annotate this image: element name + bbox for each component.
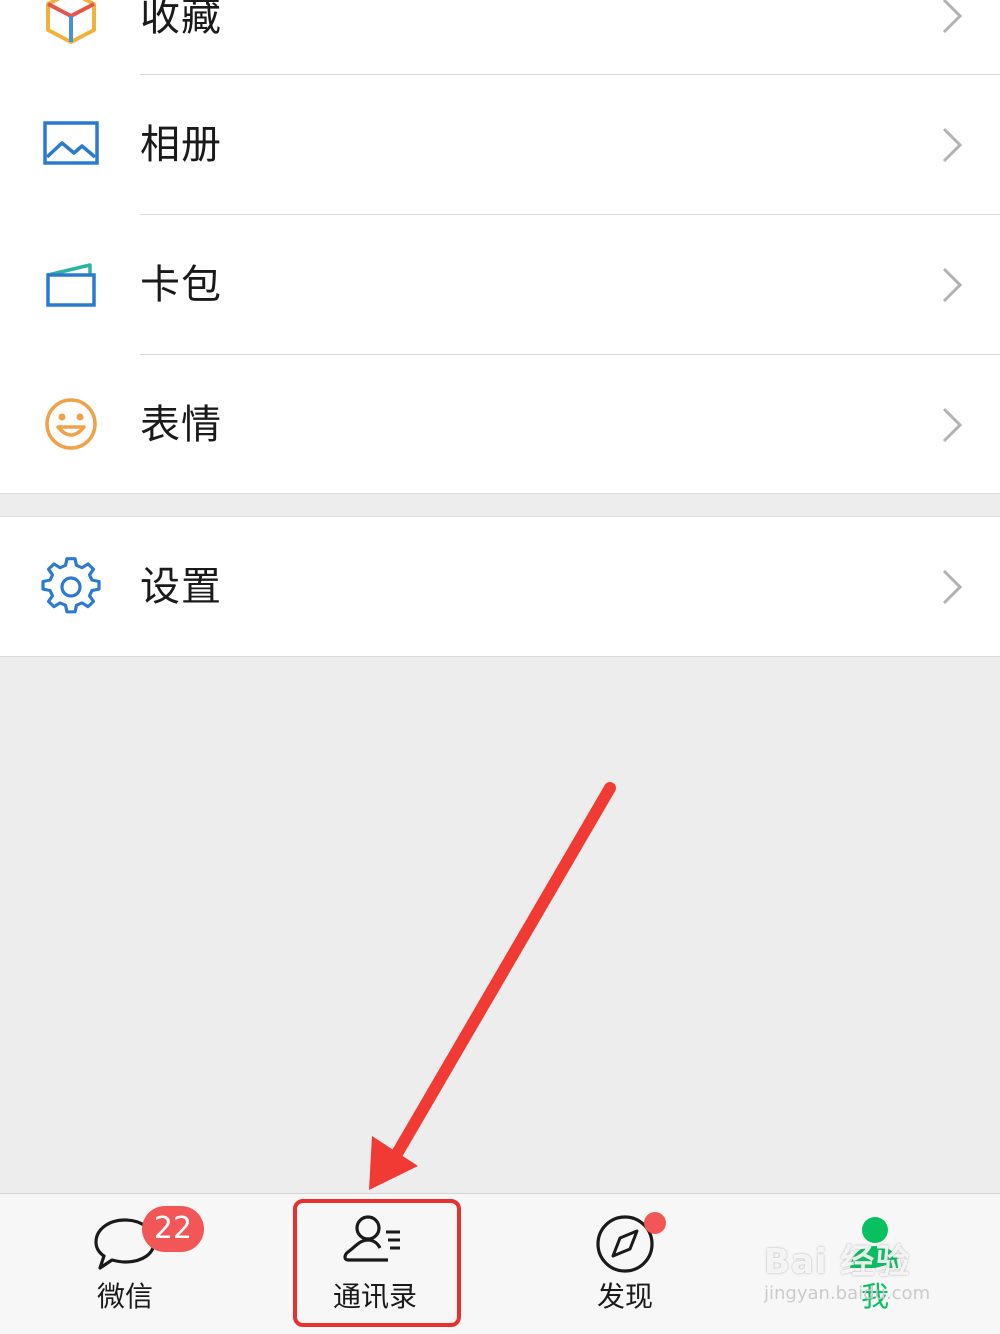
image-icon [40,113,102,175]
watermark-url: jingyan.baidu.com [764,1283,931,1304]
menu-group-main: 收藏 相册 卡包 表情 [0,0,1000,494]
menu-label-cards: 卡包 [140,262,222,308]
baidu-watermark: Bai 经验 jingyan.baidu.com [764,1242,964,1322]
new-content-dot [644,1212,666,1234]
tab-discover[interactable]: 发现 [500,1194,750,1334]
highlight-box [293,1199,461,1327]
tab-label-chats: 微信 [96,1280,153,1313]
chevron-right-icon [938,125,966,165]
smiley-icon [40,393,102,455]
watermark-brand: Bai 经验 [764,1242,911,1282]
menu-row-favorites[interactable]: 收藏 [0,0,1000,74]
menu-label-stickers: 表情 [140,402,222,448]
menu-label-album: 相册 [140,122,222,168]
chevron-right-icon [938,567,966,607]
menu-row-cards[interactable]: 卡包 [0,215,1000,354]
menu-label-settings: 设置 [140,564,222,610]
chevron-right-icon [938,405,966,445]
gear-icon [40,556,102,618]
menu-group-settings: 设置 [0,516,1000,657]
menu-row-album[interactable]: 相册 [0,75,1000,214]
menu-row-settings[interactable]: 设置 [0,517,1000,656]
tab-chats[interactable]: 22 微信 [0,1194,250,1334]
tab-label-discover: 发现 [596,1280,653,1313]
menu-row-stickers[interactable]: 表情 [0,355,1000,493]
unread-badge: 22 [142,1206,204,1252]
chevron-right-icon [938,265,966,305]
wallet-icon [40,253,102,315]
menu-label-favorites: 收藏 [140,0,222,40]
chevron-right-icon [938,0,966,36]
cube-icon [40,0,102,48]
